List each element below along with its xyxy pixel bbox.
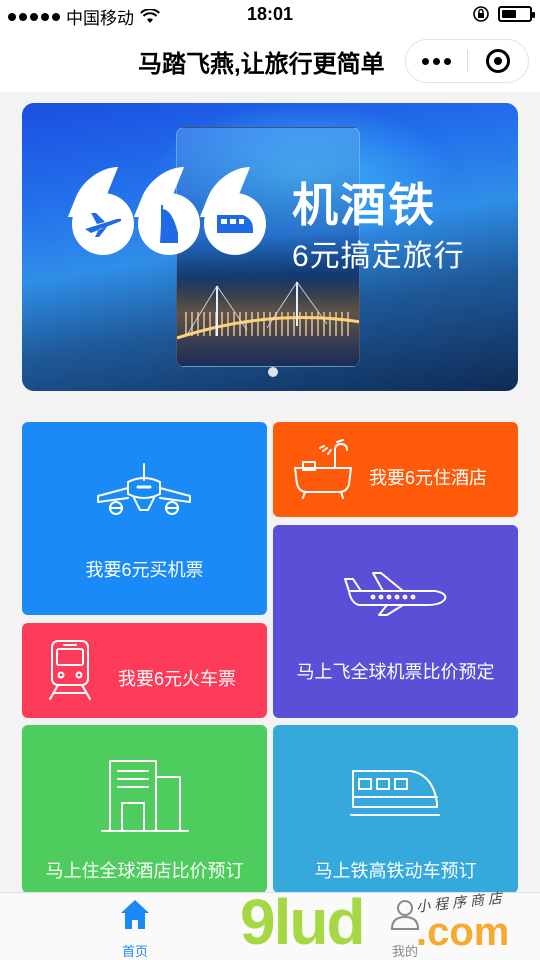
more-button[interactable] xyxy=(406,40,467,82)
hotel-tower-icon xyxy=(160,205,178,243)
banner-title: 机酒铁 xyxy=(292,179,436,231)
watermark-logo: 9lud 小程序商店 .com xyxy=(240,888,540,960)
tile-flight-6yuan[interactable]: 我要6元买机票 xyxy=(22,422,267,615)
more-dot-icon xyxy=(421,57,429,65)
airplane-icon xyxy=(85,213,122,237)
tab-home-label: 首页 xyxy=(121,944,148,959)
tile-global-flight-compare[interactable]: 马上飞全球机票比价预定 xyxy=(273,525,518,718)
high-speed-train-icon xyxy=(350,770,440,816)
promo-banner[interactable]: 机酒铁 6元搞定旅行 xyxy=(22,103,518,391)
capsule-menu xyxy=(405,39,529,83)
close-target-icon xyxy=(485,49,510,73)
tile-global-hotel-compare[interactable]: 马上住全球酒店比价预订 xyxy=(22,725,267,893)
train-icon xyxy=(217,215,253,233)
bridge-image xyxy=(177,281,359,340)
tile-train-6yuan-label: 我要6元火车票 xyxy=(118,669,237,689)
carousel-indicator[interactable] xyxy=(268,367,278,377)
train-front-icon xyxy=(49,640,91,700)
tile-global-hotel-compare-label: 马上住全球酒店比价预订 xyxy=(45,861,244,881)
status-right xyxy=(472,5,535,23)
page-title: 马踏飞燕,让旅行更简单 xyxy=(138,51,385,78)
tile-high-speed-rail-label: 马上铁高铁动车预订 xyxy=(314,861,477,881)
tile-hotel-6yuan[interactable]: 我要6元住酒店 xyxy=(273,422,518,517)
more-dot-icon xyxy=(443,57,451,65)
navigation-bar: 马踏飞燕,让旅行更简单 xyxy=(0,30,540,92)
tile-high-speed-rail[interactable]: 马上铁高铁动车预订 xyxy=(273,725,518,893)
six-airplane xyxy=(67,167,134,255)
tile-train-6yuan[interactable]: 我要6元火车票 xyxy=(22,623,267,718)
mini-program-screen: 中国移动 18:01 马踏飞燕,让旅行更简单 机酒铁 6元搞定旅行 我要6元买机… xyxy=(0,0,540,960)
close-button[interactable] xyxy=(468,40,529,82)
rotation-lock-icon xyxy=(473,6,489,22)
tab-home[interactable]: 首页 xyxy=(75,893,195,960)
tile-hotel-6yuan-label: 我要6元住酒店 xyxy=(369,468,488,488)
battery-icon xyxy=(498,6,535,22)
watermark-main-text: 9lud xyxy=(240,886,366,958)
building-icon xyxy=(101,760,189,832)
airplane-side-icon xyxy=(344,572,447,616)
six-burj-hotel xyxy=(133,167,200,255)
tile-global-flight-compare-label: 马上飞全球机票比价预定 xyxy=(296,662,495,682)
banner-666-logo xyxy=(67,167,266,255)
bathtub-icon xyxy=(294,439,352,499)
banner-subtitle: 6元搞定旅行 xyxy=(292,240,465,273)
more-dot-icon xyxy=(432,57,440,65)
home-icon xyxy=(121,900,149,929)
status-bar: 中国移动 18:01 xyxy=(0,0,540,30)
six-train xyxy=(199,167,266,255)
clock: 18:01 xyxy=(246,4,294,24)
tile-flight-6yuan-label: 我要6元买机票 xyxy=(85,560,204,580)
watermark-com-text: .com xyxy=(416,910,510,954)
airplane-front-icon xyxy=(97,463,191,515)
